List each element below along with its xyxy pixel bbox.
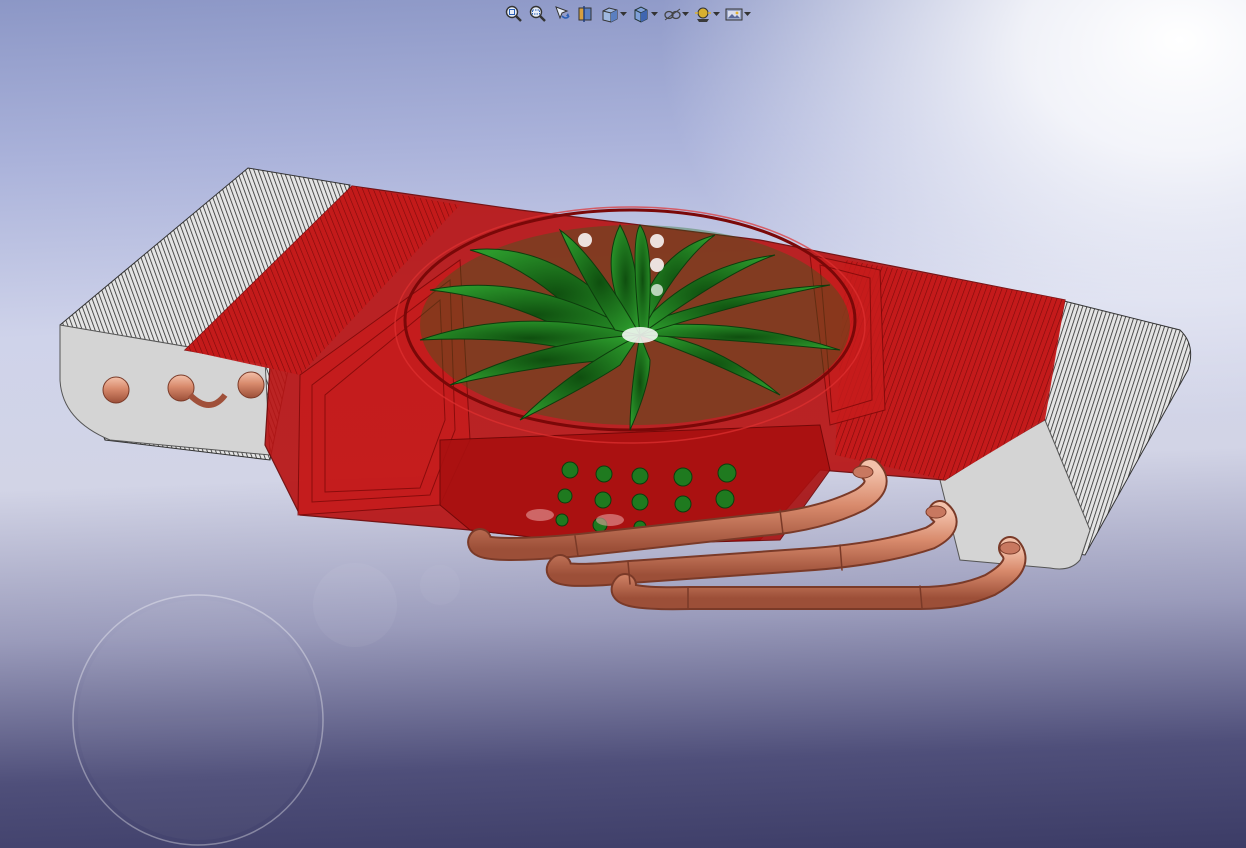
- zoom-to-area-icon: [529, 5, 546, 22]
- chevron-down-icon[interactable]: [744, 3, 751, 25]
- hide-show-items-button[interactable]: [662, 3, 689, 25]
- display-style-button[interactable]: [631, 3, 658, 25]
- graphics-viewport[interactable]: [0, 0, 1246, 848]
- zoom-to-area-button[interactable]: [528, 3, 548, 25]
- view-orientation-icon: [602, 7, 618, 23]
- zoom-to-fit-button[interactable]: [504, 3, 524, 25]
- chevron-down-icon[interactable]: [713, 3, 720, 25]
- chevron-down-icon[interactable]: [682, 3, 689, 25]
- section-view-button[interactable]: [576, 3, 596, 25]
- previous-view-icon: [555, 6, 570, 20]
- chevron-down-icon[interactable]: [651, 3, 658, 25]
- view-orientation-button[interactable]: [600, 3, 627, 25]
- zoom-to-fit-icon: [505, 5, 522, 22]
- previous-view-button[interactable]: [552, 3, 572, 25]
- hide-show-items-icon: [664, 8, 681, 21]
- heat-pipe-end-3: [237, 371, 265, 399]
- edit-appearance-button[interactable]: [693, 3, 720, 25]
- apply-scene-button[interactable]: [724, 3, 751, 25]
- section-view-icon: [578, 6, 592, 22]
- display-style-icon: [634, 6, 648, 23]
- edit-appearance-icon: [695, 7, 711, 22]
- chevron-down-icon[interactable]: [620, 3, 627, 25]
- lens-flare: [72, 563, 397, 846]
- apply-scene-icon: [725, 8, 743, 21]
- heads-up-view-toolbar: [504, 2, 751, 26]
- hub-highlight: [622, 327, 658, 343]
- model-canvas[interactable]: [0, 0, 1246, 848]
- heat-pipe-end-1: [102, 376, 130, 404]
